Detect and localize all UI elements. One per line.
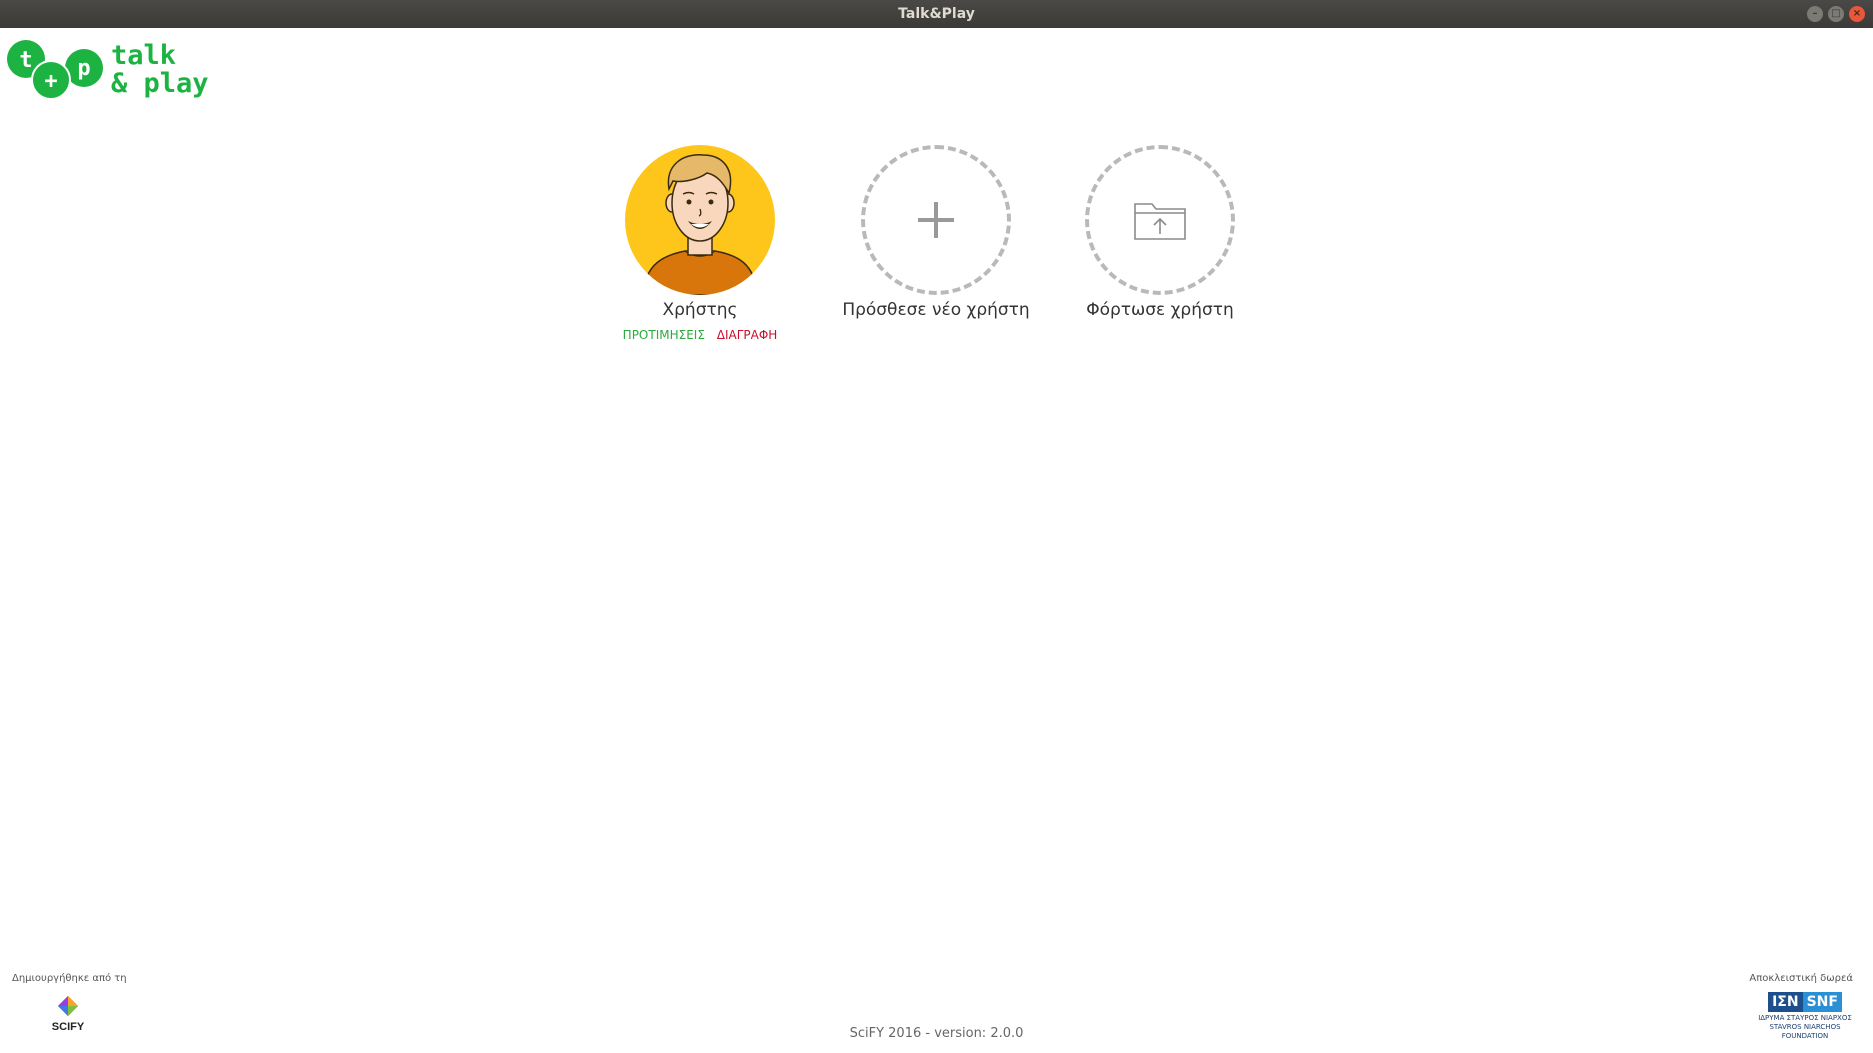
add-user-tile: Πρόσθεσε νέο χρήστη (826, 145, 1046, 320)
title-bar[interactable]: Talk&Play – □ × (0, 0, 1873, 28)
snf-caption-1: ΙΔΡΥΜΑ ΣΤΑΥΡΟΣ ΝΙΑΡΧΟΣ (1758, 1014, 1852, 1022)
logo-mark-p: p (77, 56, 90, 81)
preferences-link[interactable]: ΠΡΟΤΙΜΗΣΕΙΣ (623, 328, 705, 342)
folder-upload-icon (1134, 203, 1186, 240)
logo-mark-plus: + (44, 69, 57, 94)
snf-logo: ΙΣΝ SNF ΙΔΡΥΜΑ ΣΤΑΥΡΟΣ ΝΙΑΡΧΟΣ STAVROS N… (1749, 991, 1861, 1043)
logo-mark-t: t (19, 48, 32, 73)
logo-wordmark: talk & play (111, 42, 209, 98)
app-window: Talk&Play – □ × t + p talk & play Χρήστη… (0, 0, 1873, 1053)
close-button[interactable]: × (1849, 6, 1865, 22)
user-tile: Χρήστης ΠΡΟΤΙΜΗΣΕΙΣ ΔΙΑΓΡΑΦΗ (590, 145, 810, 342)
user-actions: ΠΡΟΤΙΜΗΣΕΙΣ ΔΙΑΓΡΑΦΗ (590, 328, 810, 342)
app-logo: t + p talk & play (6, 38, 216, 102)
window-title: Talk&Play (898, 6, 975, 22)
donation-text: Αποκλειστική δωρεά (1749, 973, 1853, 984)
add-user-button[interactable] (861, 145, 1011, 295)
close-icon: × (1852, 8, 1862, 19)
snf-caption-2: STAVROS NIARCHOS (1769, 1023, 1841, 1031)
cartoon-person-icon (642, 154, 758, 295)
minimize-icon: – (1812, 8, 1818, 19)
user-avatar-button[interactable] (625, 145, 775, 295)
created-by-text: Δημιουργήθηκε από τη (12, 973, 127, 984)
add-user-label: Πρόσθεσε νέο χρήστη (842, 300, 1030, 320)
snf-greek: ΙΣΝ (1768, 992, 1803, 1012)
delete-link[interactable]: ΔΙΑΓΡΑΦΗ (717, 328, 778, 342)
snf-english: SNF (1802, 992, 1842, 1012)
window-controls: – □ × (1807, 6, 1865, 22)
snf-mark: ΙΣΝ SNF (1768, 992, 1842, 1012)
logo-line-1: talk (111, 40, 177, 71)
minimize-button[interactable]: – (1807, 6, 1823, 22)
load-user-label: Φόρτωσε χρήστη (1086, 300, 1234, 320)
snf-caption-3: FOUNDATION (1781, 1032, 1829, 1040)
plus-icon (918, 202, 954, 238)
user-name: Χρήστης (662, 300, 738, 320)
load-user-tile: Φόρτωσε χρήστη (1050, 145, 1270, 320)
version-text: SciFY 2016 - version: 2.0.0 (849, 1026, 1024, 1041)
logo-line-2: & play (111, 68, 209, 99)
maximize-icon: □ (1831, 8, 1841, 19)
load-user-button[interactable] (1085, 145, 1235, 295)
maximize-button[interactable]: □ (1828, 6, 1844, 22)
talk-play-mark-icon: t + p (7, 40, 103, 100)
